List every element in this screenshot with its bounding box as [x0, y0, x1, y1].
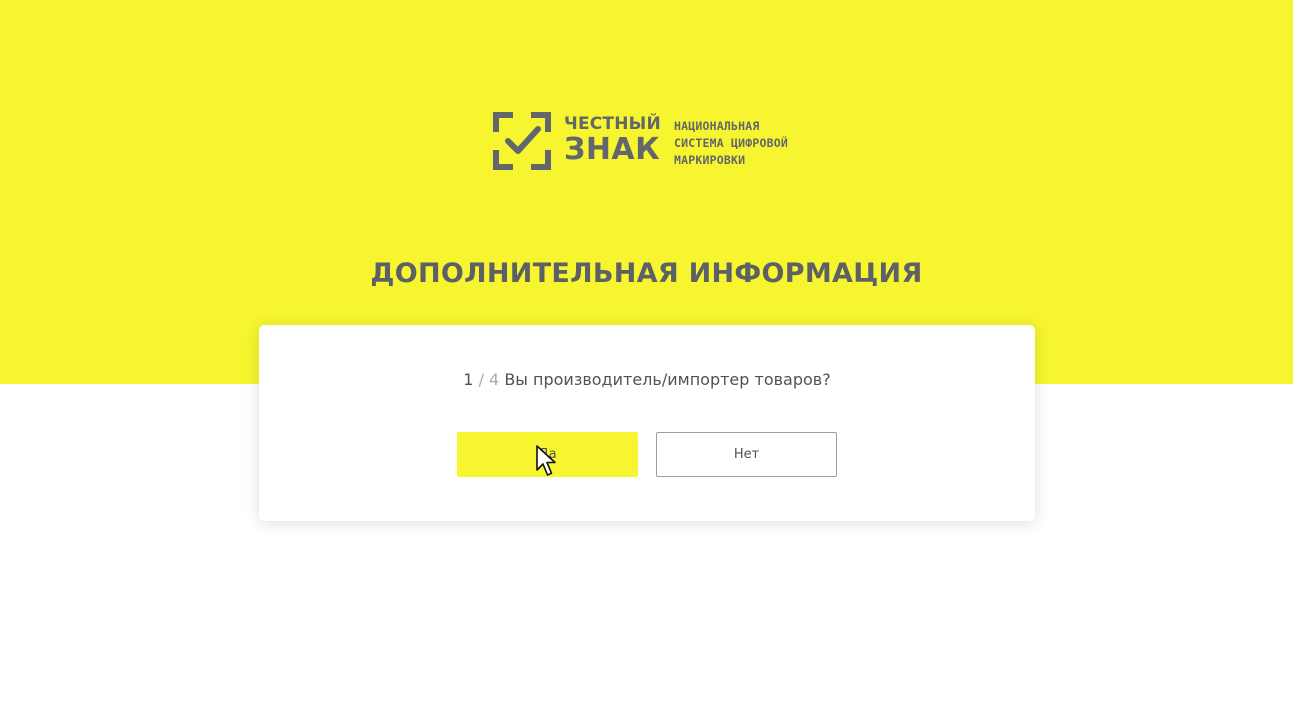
- brand-tagline-line: СИСТЕМА ЦИФРОВОЙ: [674, 136, 788, 150]
- brand-name-line1: ЧЕСТНЫЙ: [564, 114, 661, 134]
- no-button[interactable]: Нет: [656, 432, 837, 477]
- page-title: ДОПОЛНИТЕЛЬНАЯ ИНФОРМАЦИЯ: [370, 258, 923, 289]
- question-step-current: 1: [463, 370, 474, 389]
- brand-tagline-line: МАРКИРОВКИ: [674, 153, 746, 167]
- check-in-frame-icon: [493, 112, 551, 170]
- question-step-separator: /: [478, 370, 484, 389]
- brand-wordmark: ЧЕСТНЫЙ ЗНАК: [564, 116, 661, 165]
- brand-tagline-line: НАЦИОНАЛЬНАЯ: [674, 119, 760, 133]
- question-label: Вы производитель/импортер товаров?: [504, 370, 831, 389]
- survey-card: 1 / 4 Вы производитель/импортер товаров?…: [259, 325, 1035, 521]
- brand-tagline: НАЦИОНАЛЬНАЯ СИСТЕМА ЦИФРОВОЙ МАРКИРОВКИ: [674, 118, 834, 169]
- question-text: 1 / 4 Вы производитель/импортер товаров?: [259, 370, 1035, 389]
- brand-name-line2: ЗНАК: [564, 132, 661, 167]
- question-step-total: 4: [489, 370, 500, 389]
- cursor-arrow-icon: [536, 445, 556, 476]
